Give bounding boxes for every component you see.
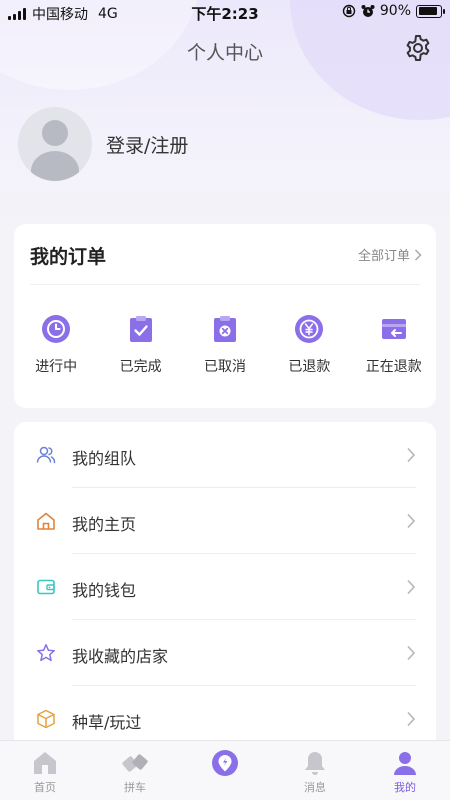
chevron-right-icon bbox=[407, 711, 416, 727]
menu-item-my-homepage[interactable]: 我的主页 bbox=[14, 488, 436, 554]
orders-title: 我的订单 bbox=[30, 246, 107, 268]
tab-home[interactable]: 首页 bbox=[0, 741, 90, 800]
menu-item-label: 我的主页 bbox=[72, 515, 137, 534]
rotation-lock-icon bbox=[342, 4, 356, 18]
orders-card: 我的订单 全部订单 进行中 已完成 已取消 已退款 正在退款 bbox=[14, 224, 436, 408]
chevron-right-icon bbox=[407, 645, 416, 661]
order-status-label: 已完成 bbox=[119, 359, 162, 375]
all-orders-label: 全部订单 bbox=[357, 249, 410, 264]
profile-tab-icon bbox=[394, 752, 416, 775]
gear-icon[interactable] bbox=[404, 34, 432, 62]
team-icon bbox=[36, 446, 56, 464]
menu-item-label: 我收藏的店家 bbox=[72, 647, 169, 666]
home-tab-icon bbox=[34, 752, 56, 774]
tab-label: 消息 bbox=[304, 781, 326, 794]
menu-item-label: 种草/玩过 bbox=[72, 713, 142, 732]
star-icon bbox=[37, 644, 55, 662]
tab-label: 首页 bbox=[34, 781, 56, 794]
chevron-right-icon bbox=[407, 513, 416, 529]
tab-bar: 首页 拼车 消息 我的 bbox=[0, 740, 450, 800]
menu-item-label: 我的组队 bbox=[72, 449, 137, 468]
clipboard-check-icon bbox=[129, 316, 152, 342]
battery-percent: 90% bbox=[379, 3, 411, 19]
tab-profile[interactable]: 我的 bbox=[360, 741, 450, 800]
tab-label: 拼车 bbox=[124, 781, 146, 794]
tab-carpool[interactable]: 拼车 bbox=[90, 741, 180, 800]
chevron-right-icon bbox=[414, 248, 422, 261]
menu-card: 我的组队 我的主页 我的钱包 我收藏的店家 种草/玩过 bbox=[14, 422, 436, 752]
order-status-cancelled[interactable]: 已取消 bbox=[183, 314, 267, 376]
page-title: 个人中心 bbox=[186, 42, 263, 64]
order-status-label: 已退款 bbox=[288, 359, 331, 375]
refund-return-icon bbox=[381, 319, 406, 339]
order-status-completed[interactable]: 已完成 bbox=[98, 314, 182, 376]
home-icon bbox=[37, 512, 55, 530]
order-status-label: 进行中 bbox=[35, 359, 78, 375]
login-register-link[interactable]: 登录/注册 bbox=[106, 131, 188, 158]
yen-refund-icon bbox=[295, 315, 324, 343]
alarm-icon bbox=[361, 5, 375, 17]
menu-item-favorite-shops[interactable]: 我收藏的店家 bbox=[14, 620, 436, 686]
carpool-tab-icon bbox=[122, 754, 148, 772]
order-status-label: 正在退款 bbox=[365, 359, 422, 375]
box-icon bbox=[37, 709, 55, 729]
clipboard-cancel-icon bbox=[213, 316, 236, 342]
menu-item-label: 我的钱包 bbox=[72, 581, 137, 600]
order-status-refunded[interactable]: 已退款 bbox=[267, 314, 351, 376]
status-bar: 中国移动 4G 下午2:23 90% bbox=[0, 0, 450, 24]
menu-item-my-wallet[interactable]: 我的钱包 bbox=[14, 554, 436, 620]
tab-center-action[interactable] bbox=[180, 741, 270, 800]
menu-item-my-team[interactable]: 我的组队 bbox=[14, 422, 436, 488]
avatar[interactable] bbox=[18, 107, 92, 181]
tab-label: 我的 bbox=[394, 781, 416, 794]
bell-tab-icon bbox=[305, 752, 325, 775]
profile-section[interactable]: 登录/注册 bbox=[18, 107, 188, 181]
all-orders-link[interactable]: 全部订单 bbox=[358, 245, 422, 264]
chevron-right-icon bbox=[407, 579, 416, 595]
tab-messages[interactable]: 消息 bbox=[270, 741, 360, 800]
chevron-right-icon bbox=[407, 447, 416, 463]
battery-icon bbox=[416, 4, 445, 18]
clock-icon bbox=[42, 315, 71, 343]
wallet-icon bbox=[37, 579, 55, 595]
divider bbox=[30, 284, 420, 285]
order-status-label: 已取消 bbox=[203, 359, 246, 375]
order-status-in-progress[interactable]: 进行中 bbox=[14, 314, 98, 376]
center-action-icon bbox=[212, 750, 238, 776]
order-status-refunding[interactable]: 正在退款 bbox=[352, 314, 436, 376]
